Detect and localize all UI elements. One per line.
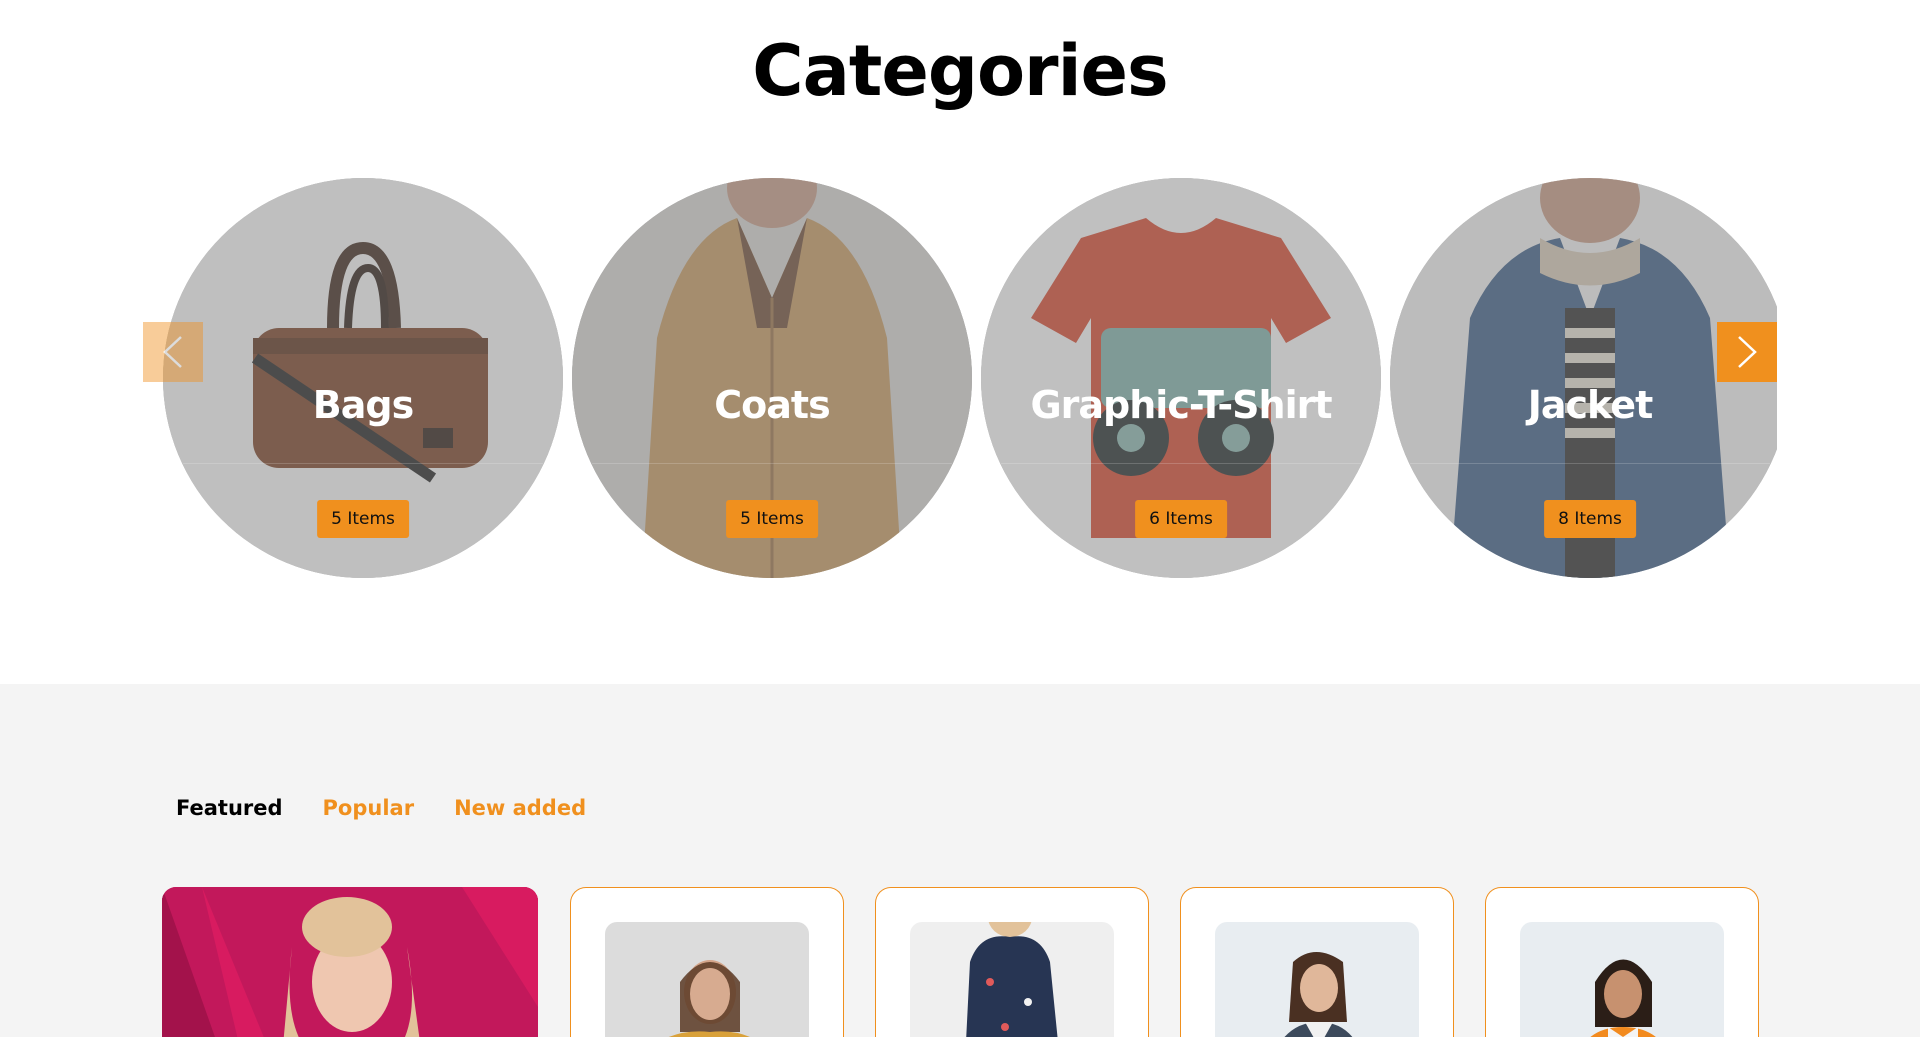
chevron-left-icon [163, 336, 182, 368]
category-card-bags[interactable]: Bags 5 Items [163, 178, 563, 578]
product-card[interactable] [1485, 887, 1759, 1037]
category-divider [183, 463, 543, 464]
category-count-badge: 5 Items [317, 500, 409, 538]
category-count-badge: 6 Items [1135, 500, 1227, 538]
banner-image [162, 887, 538, 1037]
category-name: Coats [714, 383, 830, 427]
category-divider [1410, 463, 1770, 464]
product-card[interactable] [570, 887, 844, 1037]
featured-banner-card[interactable] [162, 887, 538, 1037]
category-card-coats[interactable]: Coats 5 Items [572, 178, 972, 578]
category-divider [592, 463, 952, 464]
category-name: Bags [312, 383, 414, 427]
product-image [1520, 922, 1724, 1037]
tab-featured[interactable]: Featured [176, 796, 283, 820]
tab-popular[interactable]: Popular [323, 796, 415, 820]
products-section: Featured Popular New added [0, 684, 1920, 1037]
category-count-badge: 5 Items [726, 500, 818, 538]
product-card[interactable] [875, 887, 1149, 1037]
carousel-prev-button[interactable] [143, 322, 203, 382]
category-divider [1001, 463, 1361, 464]
categories-title: Categories [752, 30, 1168, 112]
category-name: Jacket [1527, 383, 1654, 427]
product-image [910, 922, 1114, 1037]
category-card-graphic-t-shirt[interactable]: Graphic-T-Shirt 6 Items [981, 178, 1381, 578]
categories-section: Categories Bags 5 Items Coats 5 Items Gr… [0, 0, 1920, 684]
product-image [1215, 922, 1419, 1037]
category-name: Graphic-T-Shirt [1030, 383, 1332, 427]
categories-carousel: Bags 5 Items Coats 5 Items Graphic-T-Shi… [143, 178, 1777, 580]
category-count-badge: 8 Items [1544, 500, 1636, 538]
carousel-next-button[interactable] [1717, 322, 1777, 382]
product-image [605, 922, 809, 1037]
product-tabs: Featured Popular New added [176, 796, 586, 820]
chevron-right-icon [1738, 336, 1757, 368]
tab-new-added[interactable]: New added [454, 796, 586, 820]
product-card[interactable] [1180, 887, 1454, 1037]
page: Categories Bags 5 Items Coats 5 Items Gr… [0, 0, 1920, 1037]
